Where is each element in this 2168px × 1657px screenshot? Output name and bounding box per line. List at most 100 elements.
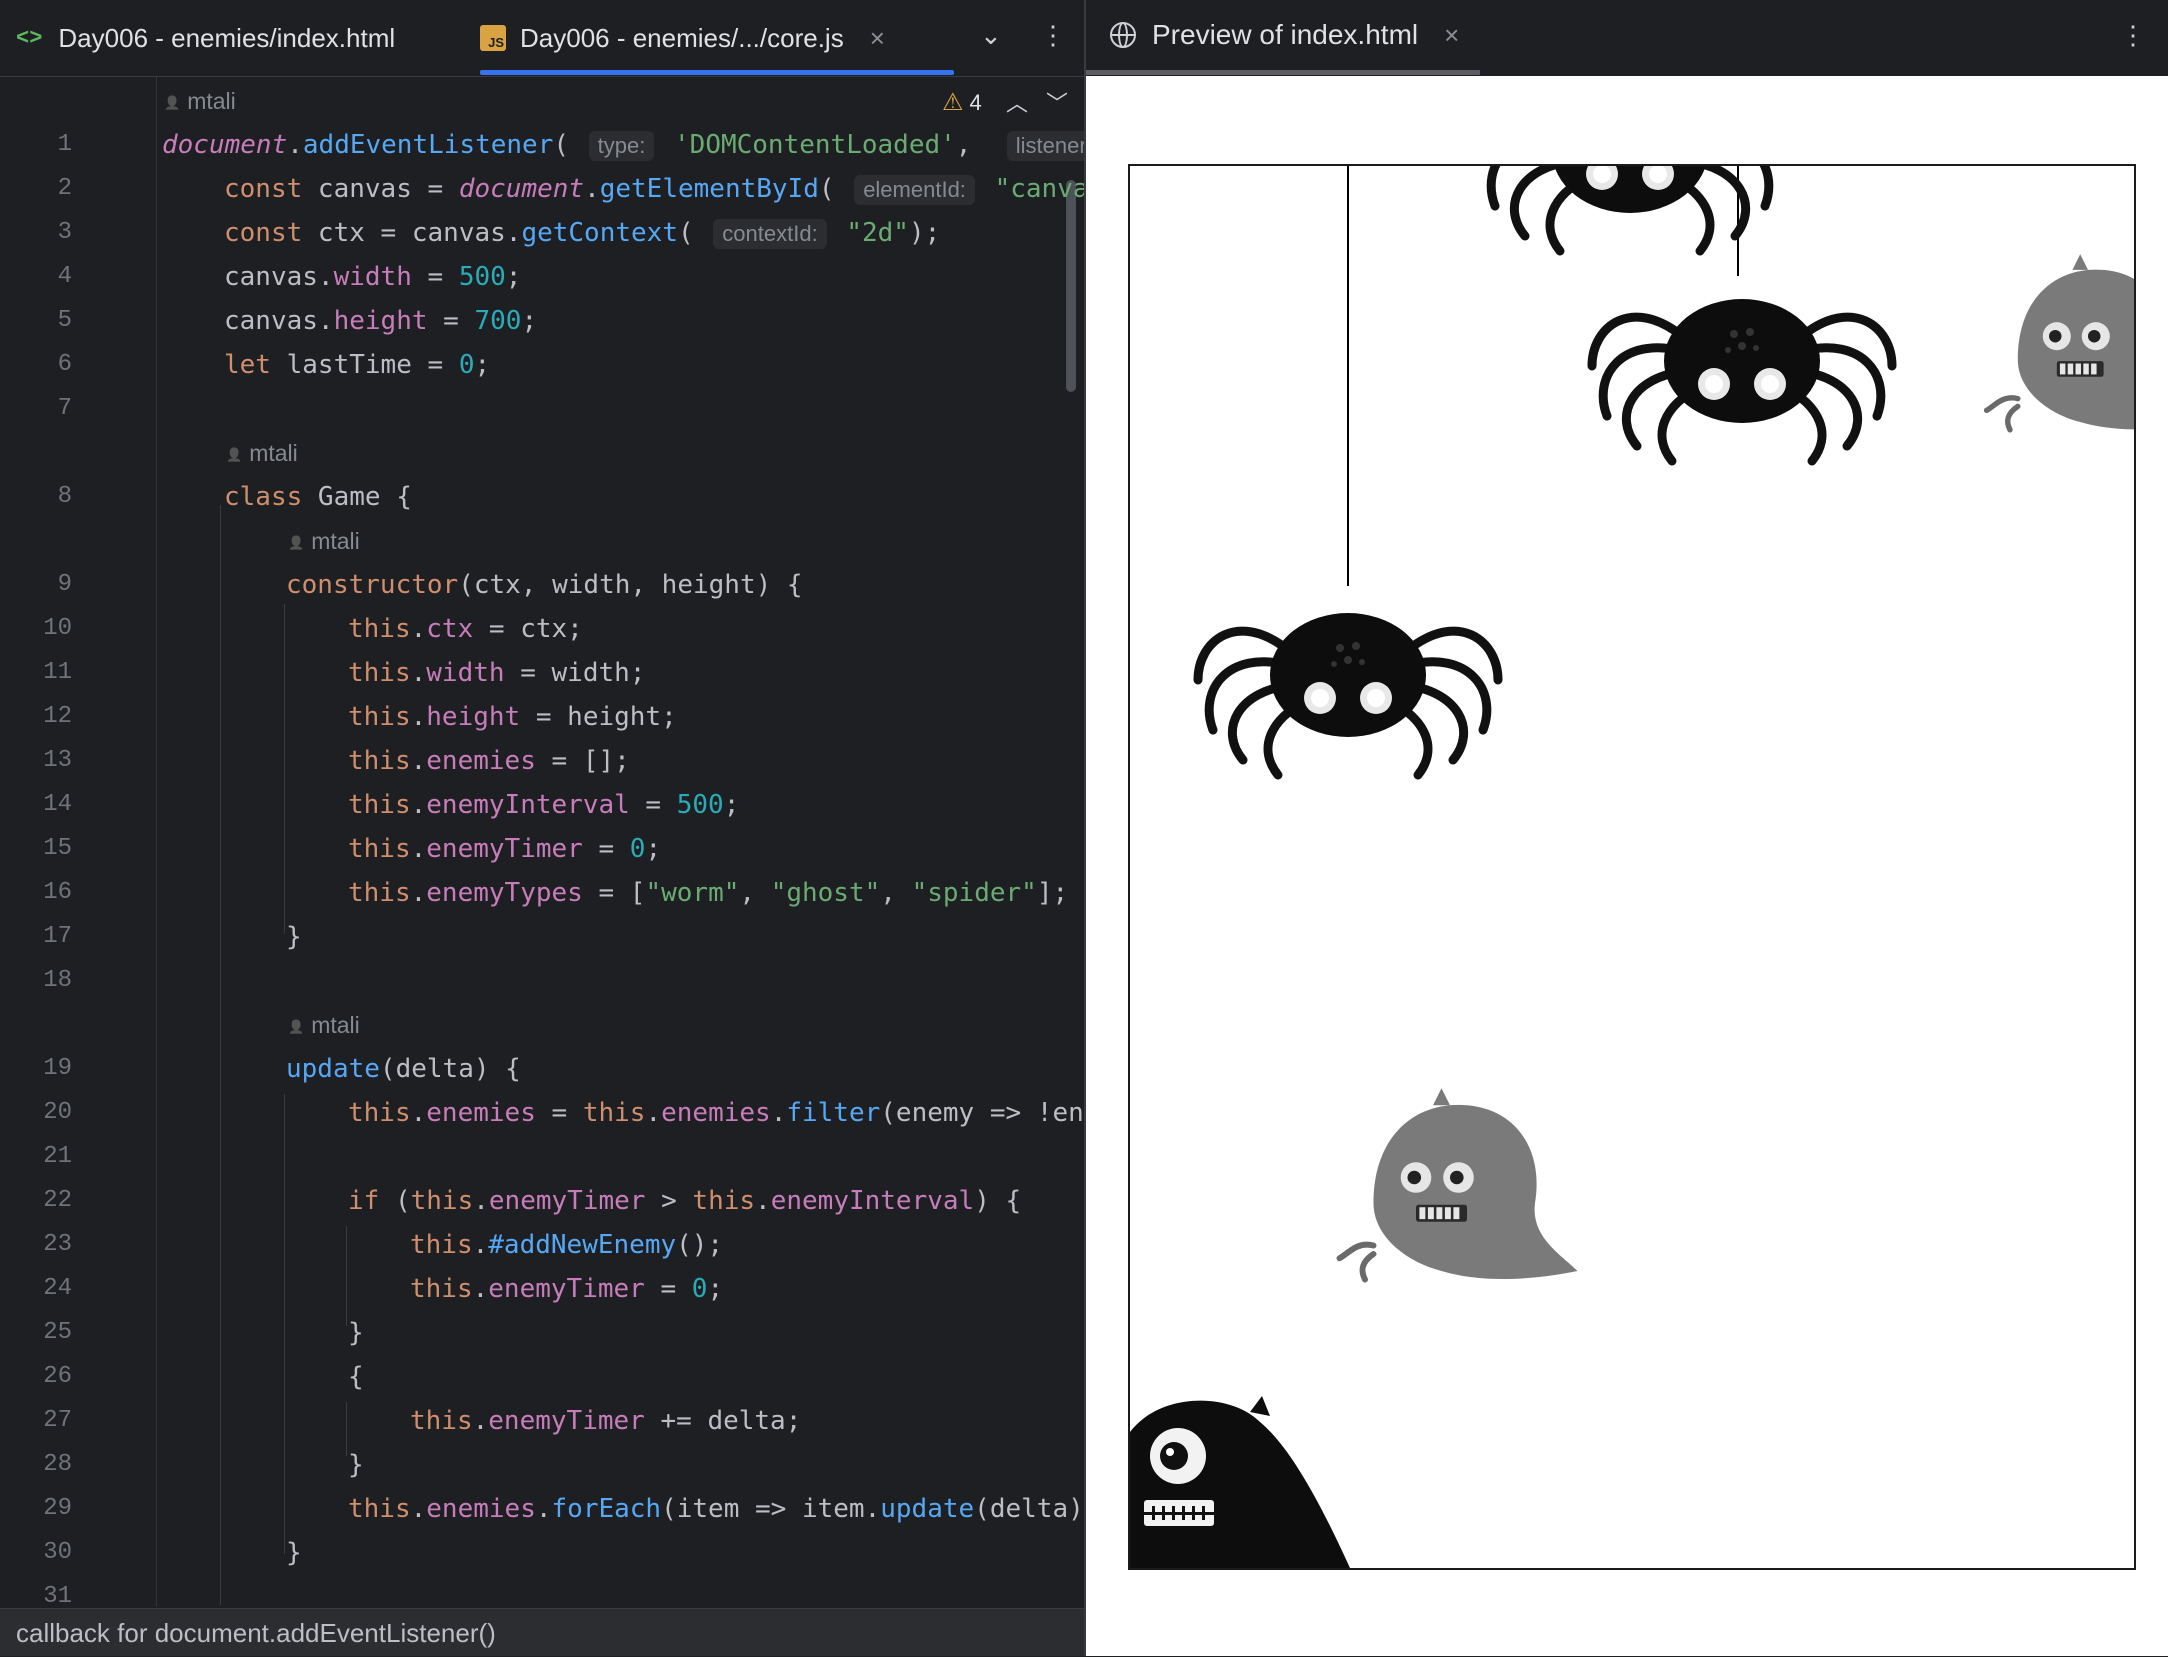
code-line[interactable]: this.enemyTimer += delta; [410, 1406, 801, 1436]
code-line[interactable]: constructor(ctx, width, height) { [286, 570, 803, 600]
globe-icon [1110, 22, 1136, 48]
line-number: 19 [43, 1055, 72, 1082]
code-line[interactable]: this.enemyInterval = 500; [348, 790, 739, 820]
chevron-down-icon[interactable]: ﹀ [1046, 86, 1068, 118]
spider-sprite [1592, 299, 1892, 461]
line-number: 16 [43, 879, 72, 906]
code-line[interactable]: let lastTime = 0; [224, 350, 490, 380]
line-number: 25 [43, 1319, 72, 1346]
code-line[interactable]: if (this.enemyTimer > this.enemyInterval… [348, 1186, 1021, 1216]
code-author-hint[interactable]: mtali [288, 1010, 360, 1042]
preview-tab-bar: Preview of index.html × ⋮ [1086, 0, 2168, 76]
chevron-down-icon[interactable]: ⌄ [980, 20, 1002, 51]
tab-core-js[interactable]: JS Day006 - enemies/.../core.js × [480, 0, 954, 76]
code-line[interactable]: this.enemyTimer = 0; [410, 1274, 723, 1304]
indent-guide [284, 1094, 285, 1554]
line-number: 28 [43, 1451, 72, 1478]
code-line[interactable]: this.ctx = ctx; [348, 614, 583, 644]
code-line[interactable]: canvas.height = 700; [224, 306, 537, 336]
code-line[interactable]: this.enemies = this.enemies.filter(enemy… [348, 1098, 1084, 1128]
active-tab-indicator [1086, 70, 1480, 75]
line-number: 12 [43, 703, 72, 730]
tab-label: Day006 - enemies/.../core.js [520, 22, 844, 53]
indent-guide [284, 604, 285, 934]
line-number: 13 [43, 747, 72, 774]
line-number: 22 [43, 1187, 72, 1214]
code-line[interactable]: } [348, 1318, 364, 1348]
line-number: 29 [43, 1495, 72, 1522]
warning-icon: ⚠ [942, 89, 964, 116]
spider-sprite [1480, 166, 1780, 251]
code-line[interactable]: this.enemyTypes = ["worm", "ghost", "spi… [348, 878, 1068, 908]
js-icon: JS [480, 25, 506, 51]
code-line[interactable]: } [286, 922, 302, 952]
more-vertical-icon[interactable]: ⋮ [2120, 20, 2146, 51]
active-tab-indicator [480, 70, 954, 75]
line-number: 18 [43, 967, 72, 994]
warning-count: 4 [969, 89, 982, 115]
code-line[interactable]: { [348, 1362, 364, 1392]
line-number: 30 [43, 1539, 72, 1566]
code-line[interactable]: canvas.width = 500; [224, 262, 521, 292]
more-vertical-icon[interactable]: ⋮ [1040, 20, 1066, 51]
tab-index-html[interactable]: <> Day006 - enemies/index.html [16, 0, 395, 76]
code-author-hint[interactable]: mtali [164, 86, 236, 118]
code-line[interactable]: this.#addNewEnemy(); [410, 1230, 723, 1260]
line-number: 2 [57, 175, 72, 202]
code-line[interactable]: this.enemies = []; [348, 746, 630, 776]
line-number: 6 [57, 351, 72, 378]
line-number: 8 [57, 483, 72, 510]
parameter-hint: elementId: [854, 175, 975, 205]
line-number: 3 [57, 219, 72, 246]
code-line[interactable]: this.height = height; [348, 702, 677, 732]
spider-sprite [1198, 613, 1498, 775]
indent-guide [220, 505, 221, 1605]
code-author-hint[interactable]: mtali [288, 526, 360, 558]
tab-label: Day006 - enemies/index.html [58, 22, 396, 53]
code-line[interactable]: class Game { [224, 482, 412, 512]
code-line[interactable]: update(delta) { [286, 1054, 521, 1084]
indent-guide [346, 1226, 347, 1326]
code-line[interactable]: document.addEventListener( type: 'DOMCon… [162, 130, 1106, 161]
code-line[interactable]: const ctx = canvas.getContext( contextId… [224, 218, 940, 249]
status-bar: callback for document.addEventListener() [0, 1608, 1084, 1656]
line-number: 27 [43, 1407, 72, 1434]
line-number: 14 [43, 791, 72, 818]
line-number: 4 [57, 263, 72, 290]
line-number: 11 [43, 659, 72, 686]
worm-sprite [1130, 1396, 1350, 1568]
line-number: 17 [43, 923, 72, 950]
tab-label: Preview of index.html [1152, 19, 1419, 50]
line-number: 20 [43, 1099, 72, 1126]
line-number: 15 [43, 835, 72, 862]
line-number: 5 [57, 307, 72, 334]
code-author-hint[interactable]: mtali [226, 438, 298, 470]
line-number: 1 [57, 131, 72, 158]
close-icon[interactable]: × [1444, 20, 1459, 51]
close-icon[interactable]: × [870, 23, 885, 54]
chevron-up-icon[interactable]: ︿ [1006, 86, 1028, 118]
code-line[interactable]: } [348, 1450, 364, 1480]
code-line[interactable]: } [286, 1538, 302, 1568]
ghost-sprite [1987, 254, 2134, 429]
line-number: 7 [57, 395, 72, 422]
line-number: 21 [43, 1143, 72, 1170]
code-line[interactable]: this.width = width; [348, 658, 645, 688]
tab-preview[interactable]: Preview of index.html × [1110, 0, 1459, 70]
editor-scrollbar[interactable] [1066, 180, 1076, 392]
editor-tab-bar: <> Day006 - enemies/index.html JS Day006… [0, 0, 1084, 77]
indent-guide [346, 1402, 347, 1456]
line-number: 26 [43, 1363, 72, 1390]
inspection-widget[interactable]: ⚠ 4 [942, 88, 982, 117]
line-number: 24 [43, 1275, 72, 1302]
code-line[interactable]: const canvas = document.getElementById( … [224, 174, 1104, 205]
game-canvas[interactable] [1128, 164, 2136, 1570]
code-line[interactable]: this.enemyTimer = 0; [348, 834, 661, 864]
line-number: 9 [57, 571, 72, 598]
html-icon: <> [16, 25, 43, 51]
code-line[interactable]: this.enemies.forEach(item => item.update… [348, 1494, 1084, 1524]
line-number: 23 [43, 1231, 72, 1258]
parameter-hint: type: [588, 131, 655, 161]
ghost-sprite [1340, 1088, 1578, 1279]
canvas-drawing [1130, 166, 2134, 1568]
